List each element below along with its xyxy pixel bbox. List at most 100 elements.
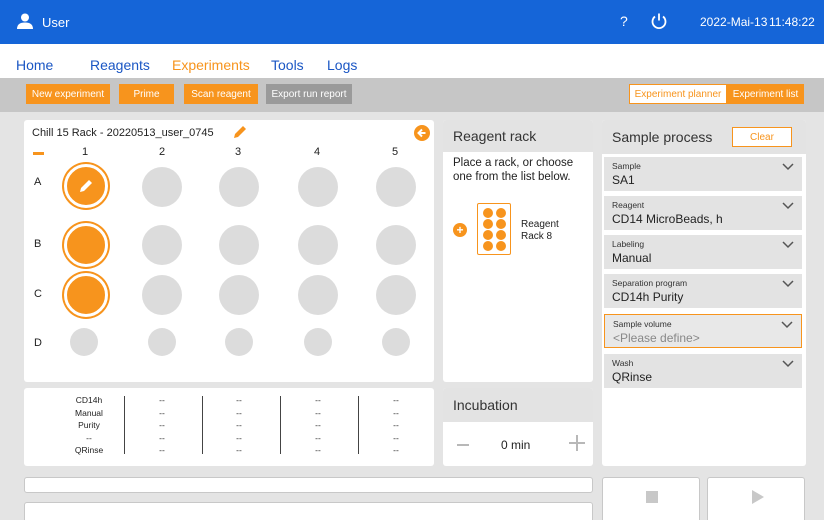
- well-b1[interactable]: [64, 223, 108, 267]
- rack-title: Chill 15 Rack - 20220513_user_0745: [32, 127, 214, 139]
- summary-cell: --: [393, 395, 399, 405]
- incubation-panel: Incubation 0 min: [443, 388, 593, 466]
- field-label: Reagent: [612, 200, 645, 210]
- reagent-rack-icon[interactable]: [477, 203, 511, 255]
- well-c3[interactable]: [219, 275, 259, 315]
- summary-cell: --: [315, 445, 321, 455]
- column-header-1: 1: [81, 146, 89, 158]
- rack-panel: Chill 15 Rack - 20220513_user_0745 1 2 3…: [24, 120, 434, 382]
- summary-cell: --: [159, 420, 165, 430]
- summary-column-5: -- -- -- -- --: [376, 394, 416, 457]
- collapse-icon[interactable]: [33, 152, 44, 155]
- summary-cell: Purity: [78, 420, 100, 430]
- scan-reagent-button[interactable]: Scan reagent: [184, 84, 258, 104]
- incubation-value: 0 min: [501, 438, 531, 452]
- field-value: CD14 MicroBeads, h: [612, 212, 723, 226]
- sample-field[interactable]: Sample SA1: [604, 157, 802, 191]
- well-a3[interactable]: [219, 167, 259, 207]
- chevron-down-icon: [782, 163, 794, 171]
- well-b3[interactable]: [219, 225, 259, 265]
- field-label: Labeling: [612, 239, 645, 249]
- experiment-list-button[interactable]: Experiment list: [727, 84, 804, 104]
- summary-cell: Manual: [75, 407, 103, 418]
- well-c2[interactable]: [142, 275, 182, 315]
- summary-cell: --: [236, 407, 242, 418]
- decrease-icon[interactable]: [457, 444, 469, 446]
- separation-program-field[interactable]: Separation program CD14h Purity: [604, 274, 802, 308]
- summary-cell: --: [159, 432, 165, 443]
- time-display: 11:48:22: [769, 15, 815, 29]
- nav-logs[interactable]: Logs: [327, 57, 357, 73]
- well-d5[interactable]: [382, 328, 410, 356]
- power-icon[interactable]: [650, 12, 668, 30]
- nav-home[interactable]: Home: [16, 57, 53, 73]
- reagent-rack-item-line1: Reagent: [521, 219, 559, 230]
- stop-button[interactable]: [602, 477, 700, 520]
- reagent-rack-item[interactable]: Reagent Rack 8: [521, 219, 559, 243]
- row-label-a: A: [34, 176, 42, 188]
- date-display: 2022-Mai-13: [700, 15, 768, 29]
- new-experiment-button[interactable]: New experiment: [26, 84, 110, 104]
- chevron-down-icon: [781, 321, 793, 329]
- back-arrow-icon[interactable]: [414, 125, 430, 141]
- prime-button[interactable]: Prime: [119, 84, 174, 104]
- help-icon[interactable]: ?: [620, 13, 628, 29]
- row-label-b: B: [34, 238, 42, 250]
- row-label-c: C: [34, 288, 42, 300]
- row-label-d: D: [34, 337, 42, 349]
- clear-button[interactable]: Clear: [732, 127, 792, 147]
- experiment-planner-button[interactable]: Experiment planner: [629, 84, 727, 104]
- status-bar: [24, 502, 593, 520]
- add-rack-icon[interactable]: +: [453, 223, 467, 237]
- user-icon[interactable]: [16, 13, 34, 29]
- top-bar: User ? 2022-Mai-13 11:48:22: [0, 0, 824, 44]
- nav-experiments[interactable]: Experiments: [172, 57, 250, 73]
- chevron-down-icon: [782, 241, 794, 249]
- export-run-report-button[interactable]: Export run report: [266, 84, 352, 104]
- column-divider: [124, 396, 125, 454]
- column-divider: [202, 396, 203, 454]
- reagent-field[interactable]: Reagent CD14 MicroBeads, h: [604, 196, 802, 230]
- summary-cell: --: [393, 420, 399, 430]
- well-c1[interactable]: [64, 273, 108, 317]
- summary-cell: --: [236, 432, 242, 443]
- labeling-field[interactable]: Labeling Manual: [604, 235, 802, 269]
- column-divider: [280, 396, 281, 454]
- well-b5[interactable]: [376, 225, 416, 265]
- well-a1[interactable]: [64, 164, 108, 208]
- summary-column-3: -- -- -- -- --: [219, 394, 259, 457]
- chevron-down-icon: [782, 280, 794, 288]
- wash-field[interactable]: Wash QRinse: [604, 354, 802, 388]
- summary-cell: QRinse: [74, 445, 104, 455]
- reagent-rack-title: Reagent rack: [453, 128, 537, 144]
- summary-cell: --: [315, 395, 321, 405]
- well-a2[interactable]: [142, 167, 182, 207]
- toolbar: New experiment Prime Scan reagent Export…: [0, 78, 824, 112]
- summary-cell: --: [393, 407, 399, 418]
- nav-reagents[interactable]: Reagents: [90, 57, 150, 73]
- field-value: SA1: [612, 173, 635, 187]
- field-value: QRinse: [612, 370, 653, 384]
- well-a4[interactable]: [298, 167, 338, 207]
- nav-tools[interactable]: Tools: [271, 57, 304, 73]
- well-b4[interactable]: [298, 225, 338, 265]
- reagent-rack-header: Reagent rack: [443, 120, 593, 152]
- increase-icon[interactable]: [568, 434, 586, 452]
- summary-cell: --: [86, 432, 92, 443]
- field-value: Manual: [612, 251, 652, 265]
- summary-column-1: CD14h Manual Purity -- QRinse: [64, 394, 114, 457]
- user-name[interactable]: User: [42, 15, 69, 30]
- well-c5[interactable]: [376, 275, 416, 315]
- well-a5[interactable]: [376, 167, 416, 207]
- start-button[interactable]: [707, 477, 805, 520]
- sample-volume-field[interactable]: Sample volume <Please define>: [604, 314, 802, 348]
- summary-cell: --: [236, 445, 242, 455]
- well-d1[interactable]: [70, 328, 98, 356]
- well-d3[interactable]: [225, 328, 253, 356]
- well-c4[interactable]: [298, 275, 338, 315]
- edit-icon[interactable]: [232, 124, 248, 140]
- well-d4[interactable]: [304, 328, 332, 356]
- well-d2[interactable]: [148, 328, 176, 356]
- stop-icon: [646, 491, 658, 503]
- well-b2[interactable]: [142, 225, 182, 265]
